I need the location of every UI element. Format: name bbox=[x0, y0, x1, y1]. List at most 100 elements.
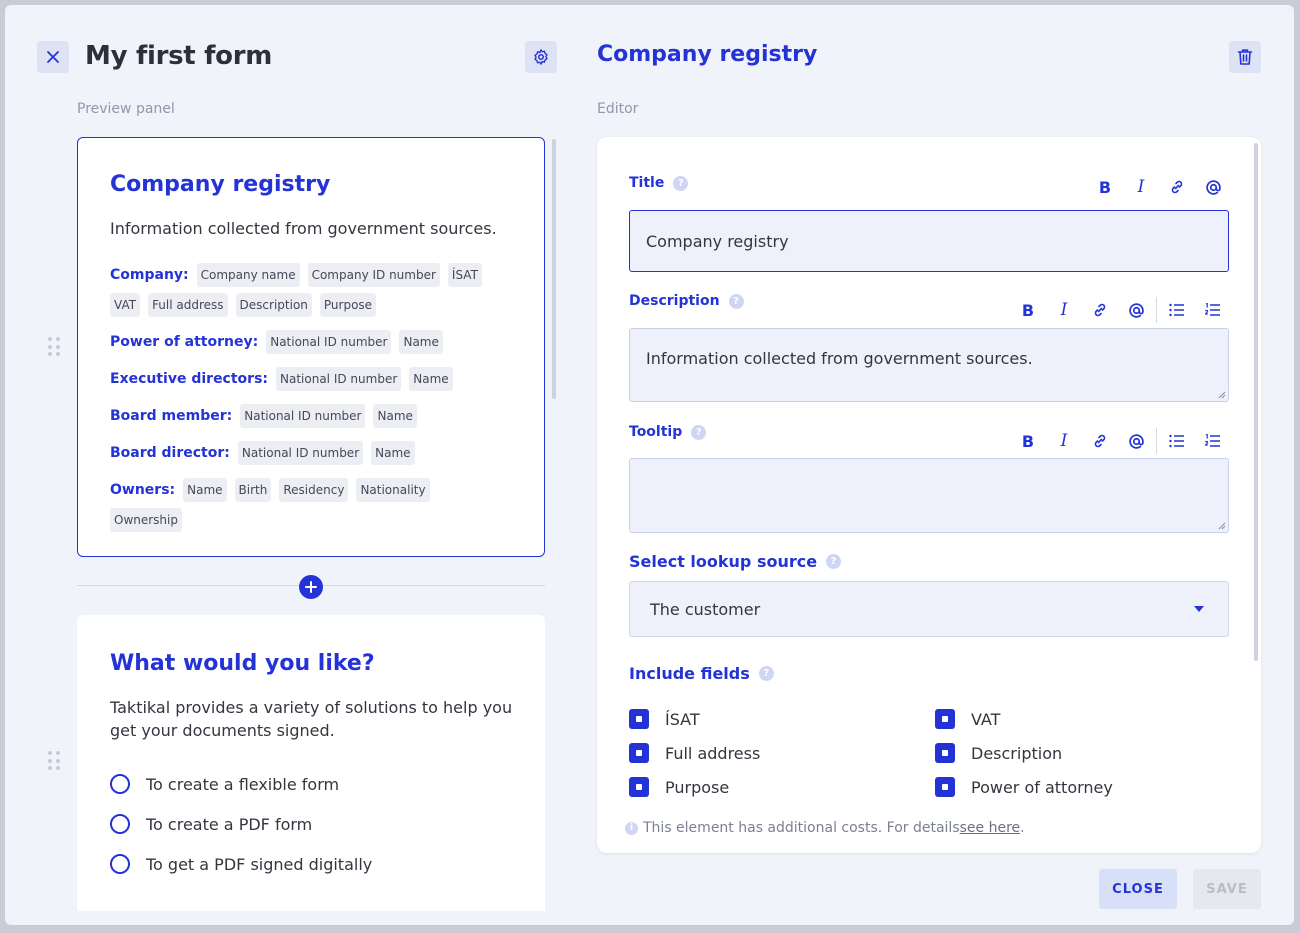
cost-note: i This element has additional costs. For… bbox=[625, 820, 1025, 836]
field-tag: National ID number bbox=[276, 367, 402, 391]
toolbar-separator bbox=[1156, 297, 1157, 323]
settings-button[interactable] bbox=[525, 41, 557, 73]
link-button[interactable] bbox=[1159, 175, 1195, 199]
radio-button[interactable] bbox=[110, 854, 130, 874]
close-form-button[interactable] bbox=[37, 41, 69, 73]
bold-button[interactable]: B bbox=[1087, 175, 1123, 199]
field-row: Company: Company name Company ID number ÍSA… bbox=[110, 260, 510, 320]
checkbox[interactable] bbox=[629, 709, 649, 729]
bold-button[interactable]: B bbox=[1010, 298, 1046, 322]
include-field-option[interactable]: ÍSAT bbox=[629, 709, 935, 729]
link-icon bbox=[1171, 180, 1183, 194]
field-tag: Name bbox=[183, 478, 227, 502]
help-icon[interactable]: ? bbox=[758, 666, 774, 681]
mention-button[interactable] bbox=[1195, 175, 1231, 199]
link-icon bbox=[1094, 303, 1106, 317]
checkbox[interactable] bbox=[935, 743, 955, 763]
description-textarea[interactable]: Information collected from government so… bbox=[629, 328, 1229, 402]
save-button[interactable]: SAVE bbox=[1193, 869, 1261, 909]
bullet-list-button[interactable] bbox=[1159, 429, 1195, 453]
field-row-label: Owners: bbox=[110, 482, 176, 498]
card-description: Information collected from government so… bbox=[110, 219, 497, 238]
field-tag: Purpose bbox=[319, 293, 377, 317]
link-button[interactable] bbox=[1082, 429, 1118, 453]
preview-scrollbar[interactable] bbox=[552, 139, 556, 399]
resize-handle-icon[interactable] bbox=[1218, 391, 1226, 399]
include-field-option[interactable]: VAT bbox=[935, 709, 1229, 729]
add-element-button[interactable] bbox=[299, 575, 323, 599]
field-row: Power of attorney: National ID number Name bbox=[110, 327, 510, 357]
checkbox[interactable] bbox=[935, 777, 955, 797]
drag-handle-icon[interactable] bbox=[48, 337, 60, 357]
resize-handle-icon[interactable] bbox=[1218, 522, 1226, 530]
title-label-text: Title bbox=[629, 175, 665, 191]
mention-button[interactable] bbox=[1118, 429, 1154, 453]
lookup-source-label-text: Select lookup source bbox=[629, 552, 818, 571]
title-toolbar: B I bbox=[1087, 175, 1231, 199]
title-label: Title? bbox=[629, 175, 689, 191]
checkbox[interactable] bbox=[935, 709, 955, 729]
title-input[interactable]: Company registry bbox=[629, 210, 1229, 272]
cost-note-text: This element has additional costs. For d… bbox=[643, 820, 960, 836]
bullet-list-button[interactable] bbox=[1159, 298, 1195, 322]
field-tag: Name bbox=[373, 404, 417, 428]
bold-icon: B bbox=[1098, 177, 1112, 197]
radio-option[interactable]: To create a PDF form bbox=[110, 804, 545, 844]
numbered-list-icon bbox=[1205, 303, 1220, 316]
delete-button[interactable] bbox=[1229, 41, 1261, 73]
radio-button[interactable] bbox=[110, 814, 130, 834]
field-row-label: Power of attorney: bbox=[110, 334, 259, 350]
help-icon[interactable]: ? bbox=[673, 175, 689, 191]
editor-label: Editor bbox=[597, 101, 639, 117]
italic-button[interactable]: I bbox=[1046, 429, 1082, 453]
check-mark-icon bbox=[636, 750, 642, 756]
plus-icon bbox=[305, 581, 317, 593]
field-tag: Name bbox=[409, 367, 453, 391]
link-button[interactable] bbox=[1082, 298, 1118, 322]
editor-panel: Title? B I Company registry Description?… bbox=[597, 137, 1261, 853]
preview-card-what-would-you-like[interactable]: What would you like? Taktikal provides a… bbox=[77, 615, 545, 911]
field-row: Executive directors: National ID number Na… bbox=[110, 364, 510, 394]
check-mark-icon bbox=[942, 750, 948, 756]
tooltip-textarea[interactable] bbox=[629, 458, 1229, 533]
mention-button[interactable] bbox=[1118, 298, 1154, 322]
help-icon[interactable]: ? bbox=[728, 293, 744, 309]
field-tag: Full address bbox=[148, 293, 228, 317]
checkbox-label: Power of attorney bbox=[971, 777, 1113, 797]
include-field-option[interactable]: Full address bbox=[629, 743, 935, 763]
field-row-label: Board director: bbox=[110, 445, 230, 461]
italic-button[interactable]: I bbox=[1123, 175, 1159, 199]
see-here-link[interactable]: see here bbox=[960, 820, 1021, 836]
close-button[interactable]: CLOSE bbox=[1099, 869, 1177, 909]
italic-icon: I bbox=[1060, 300, 1068, 320]
preview-card-company-registry[interactable]: Company registry Information collected f… bbox=[77, 137, 545, 557]
bold-button[interactable]: B bbox=[1010, 429, 1046, 453]
help-icon[interactable]: ? bbox=[826, 554, 842, 569]
bullet-list-icon bbox=[1169, 303, 1184, 317]
include-field-option[interactable]: Description bbox=[935, 743, 1229, 763]
check-mark-icon bbox=[636, 784, 642, 790]
field-tag: Residency bbox=[279, 478, 349, 502]
toolbar-separator bbox=[1156, 428, 1157, 454]
field-tag: Company name bbox=[196, 263, 300, 287]
numbered-list-button[interactable] bbox=[1195, 429, 1231, 453]
drag-handle-icon[interactable] bbox=[48, 751, 60, 771]
lookup-source-select[interactable]: The customer bbox=[629, 581, 1229, 637]
bold-icon: B bbox=[1021, 431, 1035, 451]
radio-label: To get a PDF signed digitally bbox=[146, 854, 373, 874]
gear-icon bbox=[534, 49, 548, 65]
bullet-list-icon bbox=[1169, 434, 1184, 448]
italic-button[interactable]: I bbox=[1046, 298, 1082, 322]
editor-scrollbar[interactable] bbox=[1254, 143, 1258, 661]
checkbox[interactable] bbox=[629, 777, 649, 797]
checkbox[interactable] bbox=[629, 743, 649, 763]
at-icon bbox=[1205, 179, 1221, 195]
help-icon[interactable]: ? bbox=[691, 424, 707, 440]
numbered-list-button[interactable] bbox=[1195, 298, 1231, 322]
radio-option[interactable]: To get a PDF signed digitally bbox=[110, 844, 545, 884]
include-field-option[interactable]: Purpose bbox=[629, 777, 935, 797]
include-field-option[interactable]: Power of attorney bbox=[935, 777, 1229, 797]
radio-button[interactable] bbox=[110, 774, 130, 794]
field-tag: National ID number bbox=[237, 441, 364, 465]
radio-option[interactable]: To create a flexible form bbox=[110, 764, 545, 804]
